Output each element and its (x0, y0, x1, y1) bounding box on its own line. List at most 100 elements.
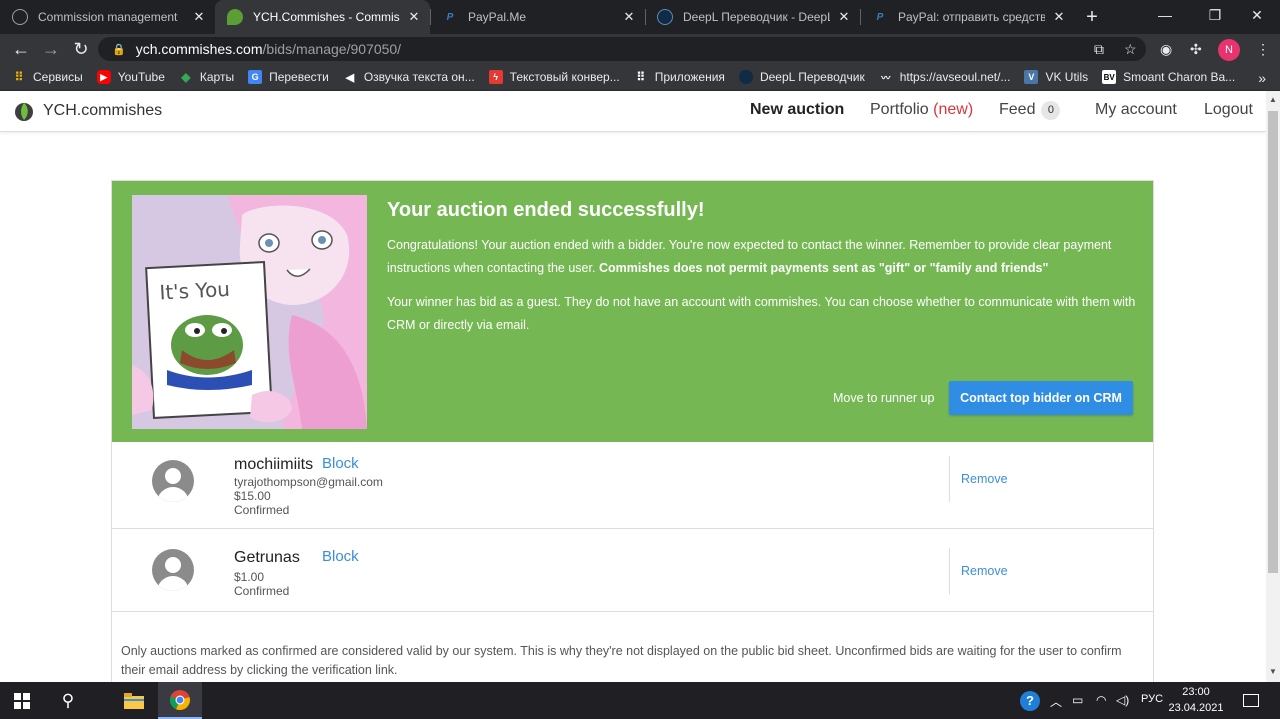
profile-avatar[interactable]: N (1218, 39, 1240, 61)
browser-toolbar: ← → ↻ 🔒 ych.commishes.com/bids/manage/90… (0, 34, 1280, 64)
bookmarks-bar: ⠿ Сервисы ▶ YouTube ◆ Карты G Перевести ◀ Озв… (0, 64, 1280, 91)
nav-my-account[interactable]: My account (1095, 101, 1177, 119)
input-language[interactable]: РУС (1141, 693, 1163, 705)
windows-taskbar: ⚲ ? ︿ ▭ ◠ ◁) РУС 23:00 23.04.2021 (0, 682, 1280, 719)
close-tab-icon[interactable]: ✕ (406, 9, 422, 25)
artwork-drawing: It's You (132, 195, 367, 429)
address-bar[interactable]: 🔒 ych.commishes.com/bids/manage/907050/ (98, 37, 1146, 61)
bid-amount: $15.00 (234, 489, 271, 503)
confirmation-note: Only auctions marked as confirmed are co… (121, 644, 1122, 677)
bookmark-maps[interactable]: ◆ Карты (179, 70, 234, 84)
site-brand[interactable]: YCH.commishes (43, 102, 162, 120)
banner-paragraph-1: Congratulations! Your auction ended with… (387, 238, 1112, 275)
maximize-button[interactable]: ❐ (1192, 0, 1238, 30)
tab-deepl[interactable]: DeepL Переводчик - DeepL Translate ✕ (645, 0, 860, 34)
translate-icon[interactable]: ⧉ (1094, 41, 1104, 58)
tab-paypal-send[interactable]: P PayPal: отправить средства ✕ (860, 0, 1075, 34)
help-icon[interactable]: ? (1018, 682, 1042, 719)
extensions-puzzle-icon[interactable]: ✣ (1190, 41, 1202, 58)
extension-eye-icon[interactable]: ◉ (1160, 41, 1172, 58)
bv-icon: BV (1102, 70, 1117, 84)
new-tab-button[interactable]: + (1075, 0, 1109, 34)
row-divider (949, 456, 950, 502)
bidder-name: Getrunas (234, 549, 300, 566)
block-link[interactable]: Block (322, 455, 359, 472)
wave-icon: 〰 (881, 72, 891, 83)
lightning-icon: ϟ (488, 70, 503, 84)
back-icon[interactable]: ← (6, 39, 36, 60)
bookmark-services[interactable]: ⠿ Сервисы (12, 70, 83, 84)
payment-warning: Commishes does not permit payments sent … (598, 261, 1049, 275)
window-close-button[interactable]: ✕ (1234, 0, 1280, 30)
tab-commission-management[interactable]: Commission management ✕ (0, 0, 215, 34)
svg-text:It's You: It's You (159, 277, 231, 305)
file-explorer-icon[interactable] (112, 682, 156, 719)
contact-top-bidder-button[interactable]: Contact top bidder on CRM (949, 381, 1133, 415)
scroll-up-icon[interactable]: ▲ (1269, 95, 1277, 104)
bookmark-translate[interactable]: G Перевести (248, 70, 329, 84)
move-to-runner-up-link[interactable]: Move to runner up (833, 391, 934, 405)
clock-date: 23.04.2021 (1168, 702, 1224, 714)
notifications-icon[interactable] (1236, 682, 1266, 719)
block-link[interactable]: Block (322, 548, 359, 565)
bookmark-smoant[interactable]: BV Smoant Charon Ba... (1102, 70, 1235, 84)
menu-kebab-icon[interactable]: ⋮ (1256, 41, 1270, 58)
maps-pin-icon: ◆ (181, 70, 191, 84)
clock-time: 23:00 (1182, 686, 1210, 698)
bidder-email: tyrajothompson@gmail.com (234, 475, 383, 489)
scroll-down-icon[interactable]: ▼ (1269, 667, 1277, 676)
ych-logo-icon[interactable] (13, 100, 35, 122)
bookmarks-overflow-icon[interactable]: » (1258, 70, 1266, 86)
volume-icon[interactable]: ◁) (1116, 693, 1129, 707)
bookmark-vk-utils[interactable]: V VK Utils (1024, 70, 1088, 84)
page-scrollbar[interactable]: ▲ ▼ (1266, 91, 1280, 682)
bookmark-tts[interactable]: ◀ Озвучка текста он... (343, 70, 475, 84)
wifi-icon[interactable]: ◠ (1096, 693, 1106, 707)
bookmark-youtube[interactable]: ▶ YouTube (96, 70, 165, 84)
paypal-icon: P (446, 11, 454, 23)
battery-icon[interactable]: ▭ (1072, 693, 1083, 707)
success-banner: It's You Your auction ended successfully… (112, 181, 1153, 442)
close-tab-icon[interactable]: ✕ (621, 9, 637, 25)
chrome-taskbar-icon[interactable] (158, 682, 202, 719)
browser-tab-strip: Commission management ✕ YCH.Commishes - … (0, 0, 1280, 34)
bid-row: Getrunas Block $1.00 Confirmed Remove (112, 529, 1153, 612)
nav-logout[interactable]: Logout (1204, 101, 1253, 119)
apps-grid-icon: ⠿ (636, 70, 646, 84)
scroll-thumb[interactable] (1268, 111, 1278, 573)
nav-feed[interactable]: Feed 0 (999, 101, 1061, 120)
site-header: YCH.commishes New auction Portfolio (new… (0, 91, 1266, 132)
bid-status: Confirmed (234, 584, 290, 598)
taskbar-clock[interactable]: 23:00 23.04.2021 (1163, 684, 1229, 716)
bookmark-apps[interactable]: ⠿ Приложения (634, 70, 725, 84)
reload-icon[interactable]: ↻ (66, 39, 96, 60)
close-tab-icon[interactable]: ✕ (836, 9, 852, 25)
remove-bid-link[interactable]: Remove (961, 472, 1008, 486)
windows-start-icon[interactable] (0, 682, 44, 719)
bookmark-star-icon[interactable]: ☆ (1124, 41, 1137, 58)
banner-paragraph-2: Your winner has bid as a guest. They do … (387, 295, 1136, 332)
tray-expand-icon[interactable]: ︿ (1050, 693, 1062, 710)
nav-portfolio[interactable]: Portfolio (new) (870, 101, 973, 119)
feed-count-badge: 0 (1041, 101, 1061, 120)
lock-icon: 🔒 (112, 43, 126, 56)
bookmark-text-converter[interactable]: ϟ Текстовый конвер... (488, 70, 620, 84)
apps-grid-icon: ⠿ (14, 70, 24, 84)
close-tab-icon[interactable]: ✕ (191, 9, 207, 25)
auction-result-card: It's You Your auction ended successfully… (111, 180, 1154, 682)
ych-artwork-image: It's You (132, 195, 367, 429)
google-translate-icon: G (248, 70, 263, 84)
tab-ych-commishes[interactable]: YCH.Commishes - Commissions ✕ (215, 0, 430, 34)
nav-feed-label: Feed (999, 101, 1036, 118)
minimize-button[interactable]: — (1142, 0, 1188, 30)
nav-new-auction[interactable]: New auction (750, 101, 844, 119)
forward-icon[interactable]: → (36, 39, 66, 60)
deepl-icon (657, 9, 673, 25)
close-tab-icon[interactable]: ✕ (1051, 9, 1067, 25)
bookmark-avseoul[interactable]: 〰 https://avseoul.net/... (879, 70, 1010, 84)
search-icon[interactable]: ⚲ (48, 682, 88, 719)
remove-bid-link[interactable]: Remove (961, 564, 1008, 578)
tab-paypal-me[interactable]: P PayPal.Me ✕ (430, 0, 645, 34)
vk-icon: V (1024, 70, 1039, 84)
bookmark-deepl[interactable]: DeepL Переводчик (738, 70, 865, 84)
